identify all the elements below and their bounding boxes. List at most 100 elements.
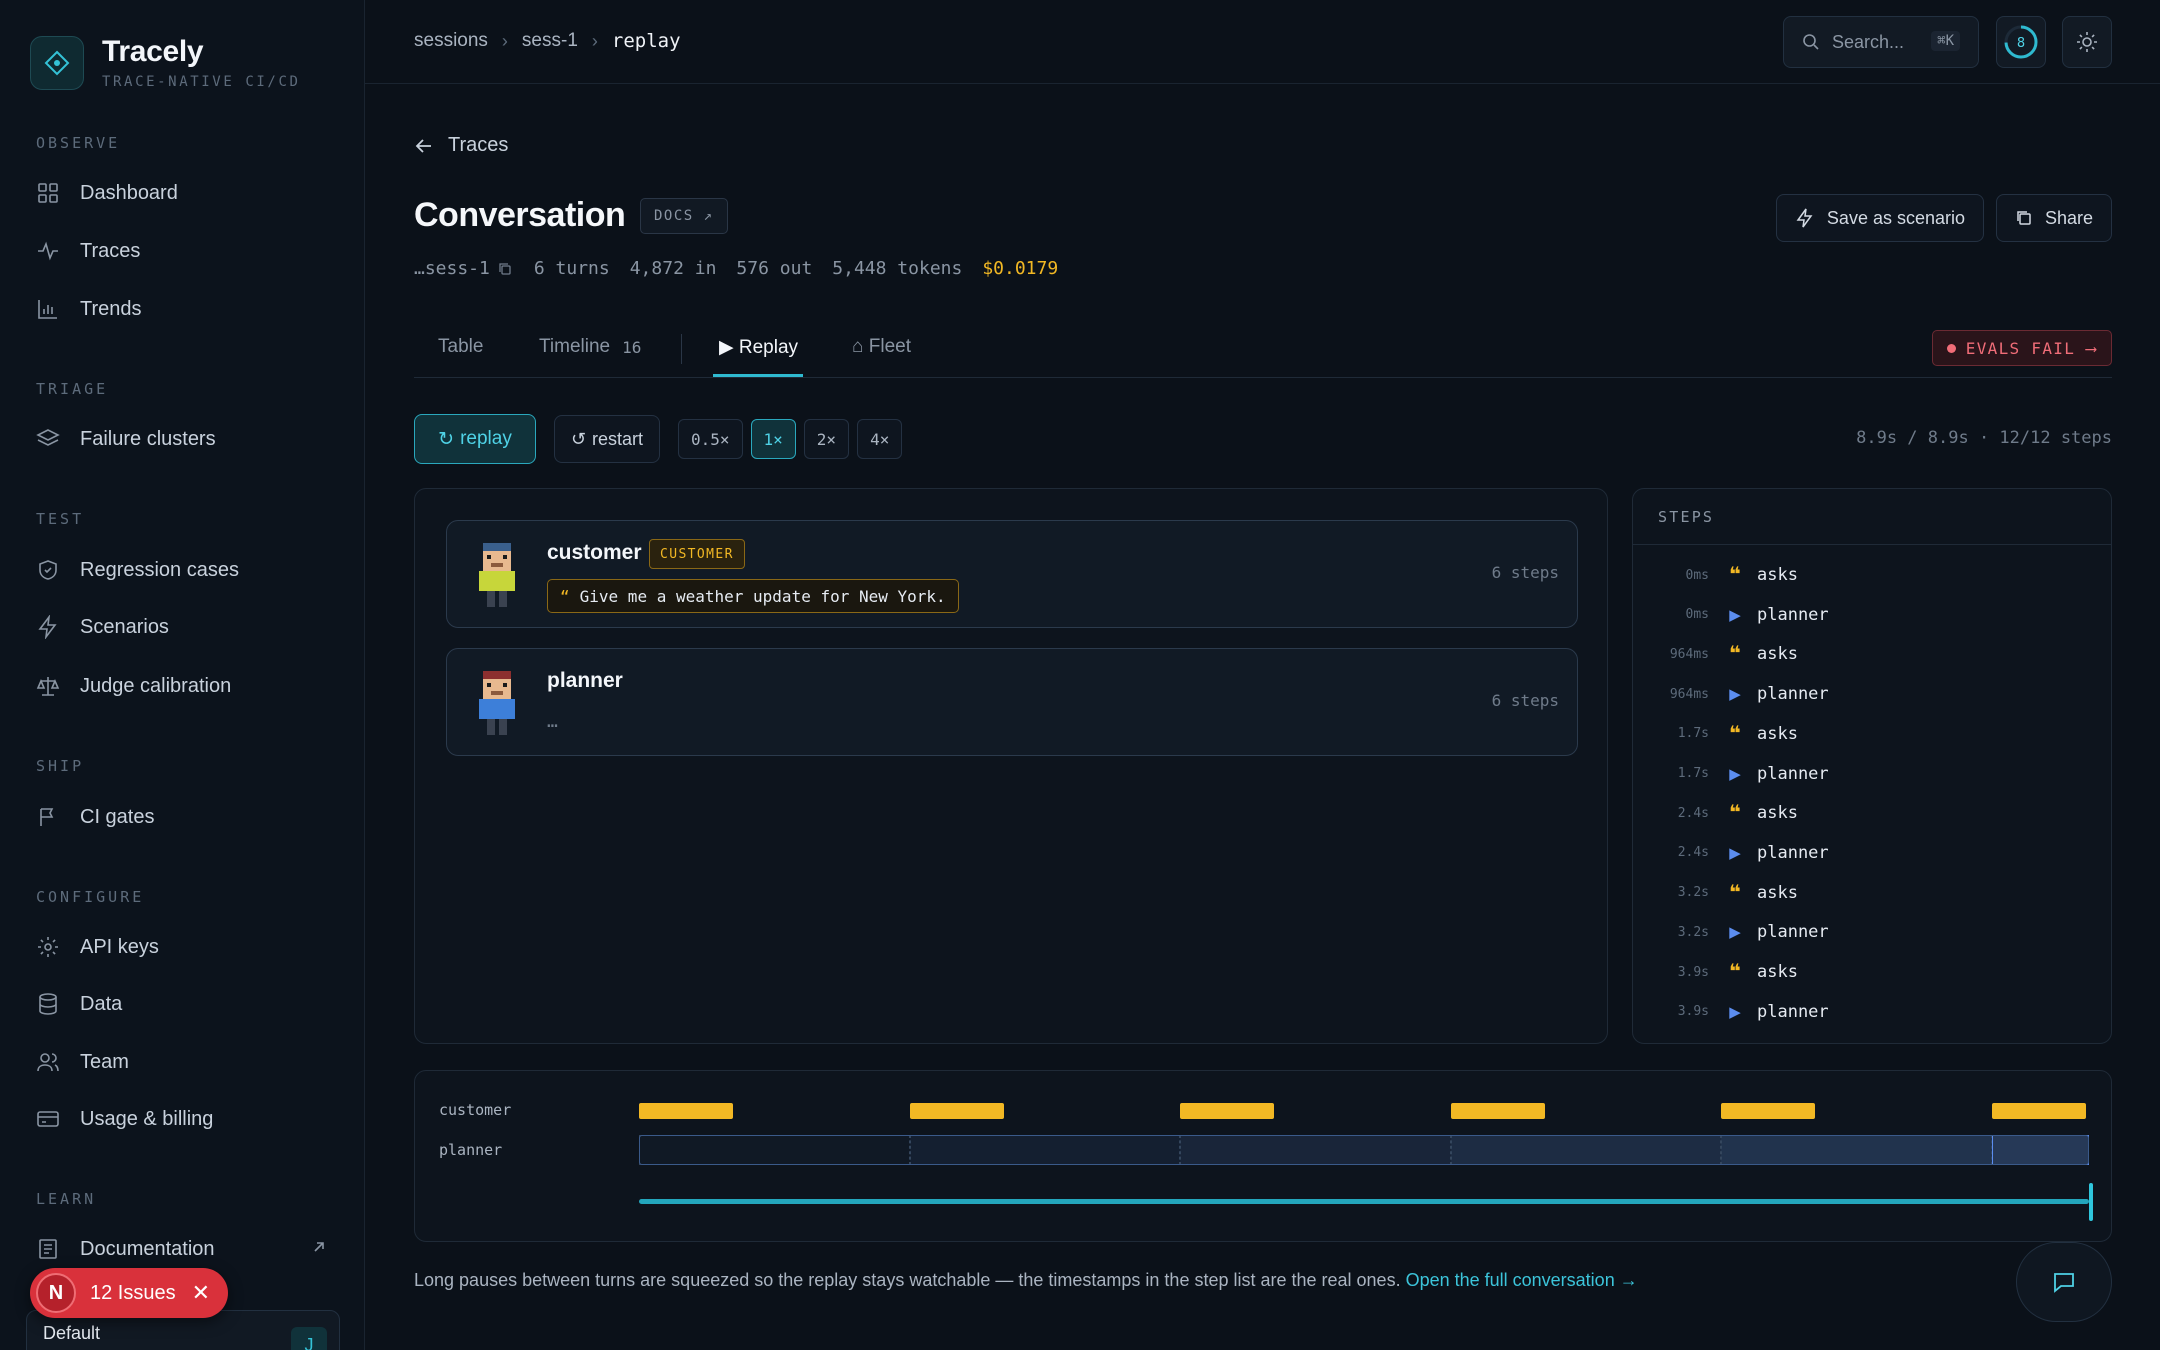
replay-progress: 8.9s / 8.9s · 12/12 steps xyxy=(1856,428,2112,448)
chat-button[interactable] xyxy=(2016,1242,2112,1322)
actor-card-customer[interactable]: customer CUSTOMER “ Give me a weather up… xyxy=(446,520,1578,628)
sidebar-item-usage-billing[interactable]: Usage & billing xyxy=(36,1102,213,1136)
step-row[interactable]: 0ms ▶ planner xyxy=(1633,595,2111,635)
back-label: Traces xyxy=(448,134,509,156)
back-link[interactable]: Traces xyxy=(414,134,508,157)
sidebar-item-label: CI gates xyxy=(80,805,155,828)
step-label: asks xyxy=(1757,644,1798,665)
replay-controls: ↻ replay ↺ restart 0.5× 1× 2× 4× xyxy=(414,414,903,464)
issues-badge[interactable]: N 12 Issues ✕ xyxy=(30,1268,228,1318)
page-title: Conversation xyxy=(414,196,626,234)
tab-replay[interactable]: ▶ Replay xyxy=(719,336,798,359)
copy-icon xyxy=(2017,211,2031,225)
planner-avatar-icon xyxy=(479,671,515,735)
speed-4x[interactable]: 4× xyxy=(857,419,903,459)
nav-section-observe: OBSERVE xyxy=(36,134,121,152)
replay-timeline: customer planner xyxy=(414,1070,2112,1242)
breadcrumb-session[interactable]: sess-1 xyxy=(522,30,578,52)
chevron-right-icon: › xyxy=(591,30,598,51)
tab-timeline[interactable]: Timeline 16 xyxy=(539,336,641,358)
step-label: planner xyxy=(1757,684,1829,705)
restart-label: restart xyxy=(592,428,644,449)
speed-2x[interactable]: 2× xyxy=(803,419,850,459)
step-time: 964ms xyxy=(1669,686,1709,702)
sidebar-item-failure-clusters[interactable]: Failure clusters xyxy=(36,422,216,456)
step-row[interactable]: 3.9s ❝ asks xyxy=(1633,952,2111,992)
playhead-handle[interactable] xyxy=(2089,1183,2093,1221)
tab-divider xyxy=(681,334,682,364)
sidebar-item-judge-calibration[interactable]: Judge calibration xyxy=(36,669,231,703)
sidebar-item-api-keys[interactable]: API keys xyxy=(36,930,159,964)
replay-button[interactable]: ↻ replay xyxy=(414,414,536,464)
actor-name: planner xyxy=(547,669,623,692)
sidebar-item-label: Usage & billing xyxy=(80,1107,214,1130)
restart-button[interactable]: ↺ restart xyxy=(554,415,660,463)
actor-role-badge: CUSTOMER xyxy=(649,539,745,569)
step-row[interactable]: 1.7s ❝ asks xyxy=(1633,714,2111,754)
play-icon: ▶ xyxy=(1729,606,1741,624)
users-icon xyxy=(37,1053,59,1072)
close-icon[interactable]: ✕ xyxy=(192,1280,210,1306)
theme-toggle-button[interactable] xyxy=(2062,16,2112,68)
step-row[interactable]: 1.7s ▶ planner xyxy=(1633,754,2111,794)
play-icon: ▶ xyxy=(1729,765,1741,783)
actor-card-planner[interactable]: planner … 6 steps xyxy=(446,648,1578,756)
nav-section-learn: LEARN xyxy=(36,1190,97,1208)
tab-count: 16 xyxy=(622,337,642,357)
cost-value: $0.0179 xyxy=(982,258,1059,279)
step-row[interactable]: 964ms ▶ planner xyxy=(1633,674,2111,714)
tokens-total: 5,448 tokens xyxy=(832,258,963,279)
progress-ring-button[interactable]: 8 xyxy=(1996,16,2046,68)
lane-label-customer: customer xyxy=(439,1101,512,1119)
copy-icon[interactable] xyxy=(498,262,512,276)
sidebar-item-documentation[interactable]: Documentation xyxy=(36,1232,215,1266)
scrubber-track[interactable] xyxy=(639,1199,2089,1204)
docs-link[interactable]: DOCS ↗ xyxy=(640,198,728,234)
layers-icon xyxy=(36,429,60,446)
save-scenario-label: Save as scenario xyxy=(1826,207,1965,228)
sidebar-item-label: Regression cases xyxy=(80,558,239,581)
step-row[interactable]: 3.9s ▶ planner xyxy=(1633,992,2111,1032)
sun-icon xyxy=(2077,32,2097,52)
sidebar-item-trends[interactable]: Trends xyxy=(36,292,142,326)
play-icon: ▶ xyxy=(1729,924,1741,942)
step-row[interactable]: 2.4s ▶ planner xyxy=(1633,833,2111,873)
brand[interactable]: Tracely TRACE-NATIVE CI/CD xyxy=(30,36,301,90)
steps-panel: STEPS 0ms ❝ asks 0ms ▶ planner 964ms ❝ asks 964ms… xyxy=(1632,488,2112,1044)
sidebar-item-traces[interactable]: Traces xyxy=(36,234,140,268)
speed-1x[interactable]: 1× xyxy=(750,419,796,459)
active-tab-indicator xyxy=(713,374,803,377)
tab-fleet[interactable]: ⌂ Fleet xyxy=(852,336,911,358)
step-row[interactable]: 0ms ❝ asks xyxy=(1633,555,2111,595)
replay-stage: customer CUSTOMER “ Give me a weather up… xyxy=(414,488,1608,1044)
step-row[interactable]: 2.4s ❝ asks xyxy=(1633,793,2111,833)
step-row[interactable]: 3.2s ▶ planner xyxy=(1633,912,2111,952)
sidebar-item-scenarios[interactable]: Scenarios xyxy=(36,610,169,644)
actor-steps-count: 6 steps xyxy=(1491,563,1559,582)
step-time: 3.2s xyxy=(1677,885,1709,901)
search-input[interactable]: Search... ⌘K xyxy=(1783,16,1979,68)
chat-icon xyxy=(2054,1273,2074,1293)
progress-ring-icon: 8 xyxy=(2004,25,2038,59)
step-row[interactable]: 3.2s ❝ asks xyxy=(1633,873,2111,913)
save-scenario-button[interactable]: Save as scenario xyxy=(1775,194,1984,242)
breadcrumb-sessions[interactable]: sessions xyxy=(414,30,488,52)
evals-fail-badge[interactable]: EVALS FAIL ⟶ xyxy=(1931,330,2112,366)
share-button[interactable]: Share xyxy=(1995,194,2112,242)
sidebar-item-regression-cases[interactable]: Regression cases xyxy=(36,553,239,587)
sidebar-item-ci-gates[interactable]: CI gates xyxy=(36,800,154,834)
tab-bar xyxy=(414,322,2112,378)
timeline-customer-segment xyxy=(1991,1103,2086,1119)
share-label: Share xyxy=(2044,207,2093,228)
tab-table[interactable]: Table xyxy=(438,336,483,358)
actor-name: customer xyxy=(547,541,642,564)
step-label: asks xyxy=(1757,723,1798,744)
message-text: Give me a weather update for New York. xyxy=(579,586,946,606)
sidebar-item-team[interactable]: Team xyxy=(36,1045,129,1079)
sidebar-item-dashboard[interactable]: Dashboard xyxy=(36,176,178,210)
open-conversation-link[interactable]: Open the full conversation → xyxy=(1406,1270,1638,1290)
sidebar-item-data[interactable]: Data xyxy=(36,987,122,1021)
step-row[interactable]: 964ms ❝ asks xyxy=(1633,634,2111,674)
speed-0-5x[interactable]: 0.5× xyxy=(678,419,743,459)
step-time: 2.4s xyxy=(1677,805,1709,821)
